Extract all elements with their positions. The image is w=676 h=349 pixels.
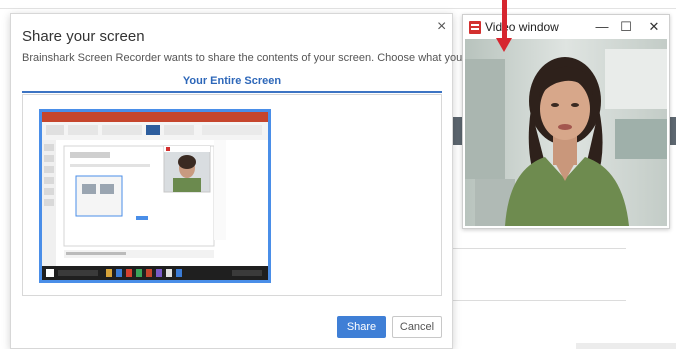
share-screen-dialog: Share your screen × Brainshark Screen Re…: [10, 13, 536, 349]
background-page-border: [0, 8, 676, 9]
brainshark-logo-icon: [469, 21, 481, 34]
screen-thumbnail[interactable]: [39, 109, 271, 283]
presenter-video-image: [465, 39, 667, 226]
background-divider: [452, 248, 626, 249]
background-footer: [576, 343, 676, 349]
screen-selection-panel: [22, 94, 442, 296]
video-window-title: Video window: [485, 20, 559, 34]
video-window: Video window — ☐ ✕: [462, 14, 670, 229]
webcam-video-feed: [465, 39, 667, 226]
dialog-close-button[interactable]: ×: [437, 18, 446, 36]
tab-entire-screen[interactable]: Your Entire Screen: [22, 72, 442, 93]
screen-preview-image: [42, 112, 268, 280]
cancel-button[interactable]: Cancel: [392, 316, 442, 338]
annotation-arrow-shaft: [502, 0, 507, 40]
share-button[interactable]: Share: [337, 316, 386, 338]
dialog-description: Brainshark Screen Recorder wants to shar…: [22, 52, 536, 64]
minimize-button[interactable]: —: [591, 17, 613, 37]
background-divider: [452, 300, 626, 301]
close-button[interactable]: ✕: [643, 17, 665, 37]
maximize-button[interactable]: ☐: [615, 17, 637, 37]
dialog-title: Share your screen: [22, 28, 145, 45]
video-window-titlebar[interactable]: Video window — ☐ ✕: [463, 15, 669, 39]
annotation-arrow-icon: [496, 38, 512, 52]
